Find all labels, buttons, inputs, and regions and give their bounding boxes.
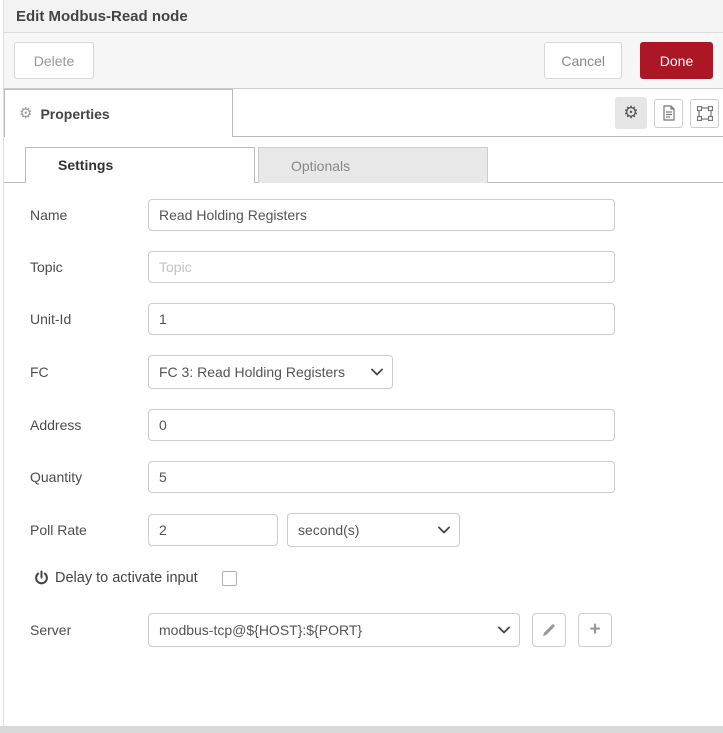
delay-checkbox[interactable] [221, 570, 237, 586]
power-icon [34, 570, 49, 586]
plus-icon: + [589, 618, 601, 640]
quantity-input[interactable] [148, 461, 615, 493]
editor-tab-icons: ⚙ [615, 97, 719, 129]
unit-id-input[interactable] [148, 303, 615, 335]
edit-node-dialog: Edit Modbus-Read node Delete Cancel Done… [4, 0, 723, 726]
address-row: Address [30, 409, 723, 441]
unit-id-row: Unit-Id [30, 303, 723, 335]
delay-label: Delay to activate input [55, 570, 198, 586]
settings-tab-bar: Settings Optionals [4, 147, 723, 183]
server-row: Server modbus-tcp@${HOST}:${PORT} + [30, 613, 723, 647]
quantity-row: Quantity [30, 461, 723, 493]
editor-tab-row: ⚙ Properties ⚙ [4, 89, 723, 137]
dialog-title: Edit Modbus-Read node [16, 7, 188, 25]
topic-input[interactable] [148, 251, 615, 283]
appearance-button[interactable] [690, 98, 719, 128]
delete-button[interactable]: Delete [14, 42, 94, 79]
bottom-tray-bar [0, 726, 723, 733]
settings-form: Name Topic Unit-Id FC FC 3: Read Holding… [4, 183, 723, 647]
description-button[interactable] [654, 98, 683, 128]
add-server-button[interactable]: + [578, 613, 612, 647]
poll-rate-unit-select[interactable]: second(s) [287, 513, 460, 547]
unit-id-label: Unit-Id [30, 311, 72, 327]
gear-icon: ⚙ [19, 104, 33, 122]
tab-properties[interactable]: ⚙ Properties [4, 89, 233, 137]
tab-optionals[interactable]: Optionals [258, 147, 488, 183]
name-row: Name [30, 199, 723, 231]
dialog-header: Edit Modbus-Read node [4, 0, 723, 33]
address-label: Address [30, 417, 82, 433]
dialog-content: Settings Optionals Name Topic Unit-Id FC [4, 137, 723, 647]
document-icon [662, 105, 675, 121]
gear-icon: ⚙ [623, 102, 639, 123]
fc-row: FC FC 3: Read Holding Registers [30, 355, 723, 389]
topic-label: Topic [30, 259, 63, 275]
dialog-toolbar: Delete Cancel Done [4, 33, 723, 89]
address-input[interactable] [148, 409, 615, 441]
cancel-button[interactable]: Cancel [544, 42, 622, 79]
appearance-icon [696, 105, 713, 121]
fc-label: FC [30, 364, 49, 380]
pencil-icon [543, 624, 555, 636]
name-label: Name [30, 207, 68, 223]
quantity-label: Quantity [30, 469, 83, 485]
poll-rate-input[interactable] [148, 514, 278, 546]
done-button[interactable]: Done [640, 42, 713, 79]
name-input[interactable] [148, 199, 615, 231]
tab-properties-label: Properties [40, 105, 110, 122]
fc-select[interactable]: FC 3: Read Holding Registers [148, 355, 393, 389]
poll-rate-label: Poll Rate [30, 522, 87, 538]
topic-row: Topic [30, 251, 723, 283]
dialog-left-border [3, 0, 4, 726]
edit-server-button[interactable] [532, 613, 566, 647]
server-select[interactable]: modbus-tcp@${HOST}:${PORT} [148, 613, 520, 647]
properties-gear-button[interactable]: ⚙ [615, 97, 647, 129]
server-label: Server [30, 622, 72, 638]
poll-rate-row: Poll Rate second(s) [30, 513, 723, 547]
delay-row: Delay to activate input [34, 567, 723, 589]
tab-settings[interactable]: Settings [25, 147, 255, 183]
